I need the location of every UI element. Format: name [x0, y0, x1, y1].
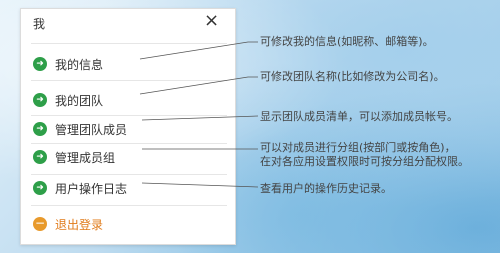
annotation-manage-groups-line1: 可以对成员进行分组(按部门或按角色)，	[260, 141, 456, 154]
annotation-manage-groups-line2: 在对各应用设置权限时可按分组分配权限。	[260, 155, 469, 168]
annotation-user-log: 查看用户的操作历史记录。	[260, 182, 392, 195]
callout-line-manage-members	[141, 115, 259, 121]
callout-line-my-info	[139, 41, 258, 60]
annotation-my-team: 可修改团队名称(比如修改为公司名)。	[260, 70, 445, 83]
callout-line-user-log	[141, 182, 259, 188]
annotation-my-info: 可修改我的信息(如昵称、邮箱等)。	[260, 35, 434, 48]
callout-line-my-team	[139, 76, 258, 95]
annotation-manage-members: 显示团队成员清单，可以添加成员帐号。	[260, 110, 458, 123]
